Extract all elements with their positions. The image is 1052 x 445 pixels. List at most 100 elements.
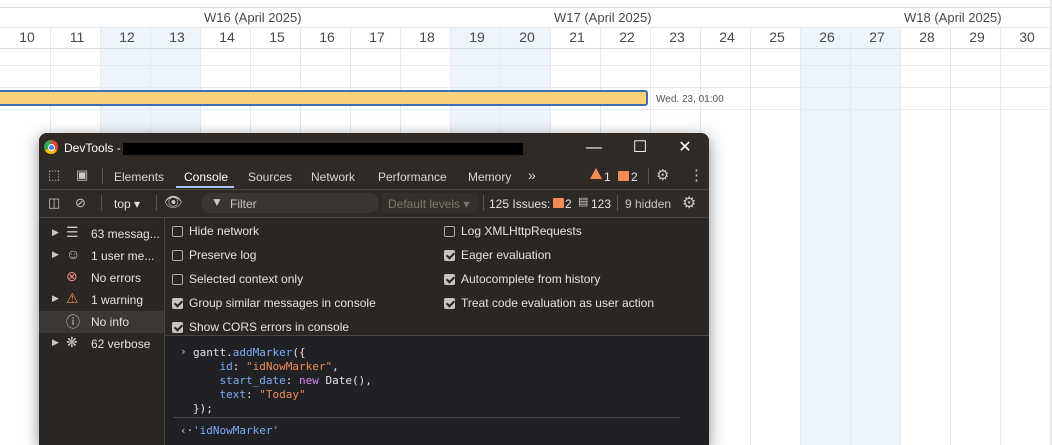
setting-label[interactable]: Preserve log [189, 248, 256, 262]
code-token: }); [193, 402, 213, 415]
warning-icon[interactable] [590, 168, 602, 179]
device-toolbar-icon[interactable]: ▣ [76, 167, 88, 183]
expand-arrow-icon[interactable]: ▶ [52, 337, 59, 348]
day-label: 26 [819, 29, 835, 45]
issue-error-icon [553, 198, 564, 208]
setting-checkbox[interactable] [172, 226, 183, 237]
issues-icon[interactable] [618, 171, 629, 181]
more-vertical-icon[interactable]: ⋮ [689, 166, 704, 184]
setting-checkbox[interactable] [172, 274, 183, 285]
minimize-button[interactable]: — [574, 135, 614, 161]
setting-label[interactable]: Autocomplete from history [461, 272, 600, 286]
sidebar-item-messages[interactable]: ▶ ☰ 63 messag... [39, 223, 164, 245]
setting-label[interactable]: Treat code evaluation as user action [461, 296, 654, 310]
devtools-tabbar: ⬚ ▣ Elements Console Sources Network Per… [39, 162, 709, 190]
sidebar-item-info[interactable]: ⓘ No info [39, 311, 164, 333]
issues-error-count[interactable]: 2 [565, 197, 572, 211]
setting-checkbox[interactable] [444, 274, 455, 285]
day-label: 12 [119, 29, 135, 45]
tab-console[interactable]: Console [184, 170, 228, 184]
tab-elements[interactable]: Elements [114, 170, 164, 184]
code-line: gantt.addMarker({ [193, 346, 306, 359]
info-icon: ⓘ [66, 314, 80, 330]
devtools-titlebar[interactable]: DevTools - — ☐ ✕ [39, 133, 709, 162]
setting-checkbox[interactable] [172, 250, 183, 261]
setting-checkbox[interactable] [444, 298, 455, 309]
error-icon: ⊗ [66, 268, 78, 284]
separator [156, 195, 157, 211]
chrome-logo-icon [44, 140, 58, 154]
setting-checkbox[interactable] [172, 322, 183, 333]
warnings-count[interactable]: 1 [604, 170, 611, 184]
code-token: id [219, 360, 233, 373]
bug-icon: ❋ [66, 334, 78, 350]
separator [617, 195, 618, 211]
user-icon: ☺ [66, 246, 81, 262]
setting-checkbox[interactable] [172, 298, 183, 309]
sidebar-item-errors[interactable]: ⊗ No errors [39, 267, 164, 289]
task-bar[interactable] [0, 90, 648, 106]
setting-label[interactable]: Selected context only [189, 272, 303, 286]
sidebar-toggle-icon[interactable]: ◫ [48, 195, 60, 211]
setting-checkbox[interactable] [444, 226, 455, 237]
warning-icon: ⚠ [66, 290, 79, 306]
day-label: 28 [919, 29, 935, 45]
setting-label[interactable]: Show CORS errors in console [189, 320, 349, 334]
console-settings-gear-icon[interactable]: ⚙ [682, 193, 696, 213]
inspect-element-icon[interactable]: ⬚ [48, 167, 60, 183]
window-title: DevTools - [64, 141, 121, 155]
setting-label[interactable]: Hide network [189, 224, 259, 238]
tab-network[interactable]: Network [311, 170, 355, 184]
context-select[interactable]: top ▾ [114, 197, 140, 211]
maximize-button[interactable]: ☐ [620, 135, 660, 161]
sidebar-item-warnings[interactable]: ▶ ⚠ 1 warning [39, 289, 164, 311]
code-token: gantt. [193, 346, 233, 359]
sidebar-item-user-messages[interactable]: ▶ ☺ 1 user me... [39, 245, 164, 267]
expand-arrow-icon[interactable]: ▶ [52, 293, 59, 304]
console-toolbar: ◫ ⊘ top ▾ 👁 ▼ Filter Default levels ▾ 12… [39, 190, 709, 218]
console-divider [173, 417, 680, 418]
code-token: addMarker [232, 346, 293, 359]
grid-row-line [0, 65, 1052, 66]
issues-info-count[interactable]: 123 [591, 197, 611, 211]
eye-icon[interactable]: 👁 [164, 193, 183, 211]
sidebar-item-label: 1 user me... [91, 249, 155, 263]
filter-input[interactable] [201, 193, 379, 213]
devtools-window: DevTools - — ☐ ✕ ⬚ ▣ Elements Console So… [39, 133, 709, 445]
tab-memory[interactable]: Memory [468, 170, 511, 184]
day-label: 21 [569, 29, 585, 45]
day-label: 18 [419, 29, 435, 45]
issue-info-icon: ▤ [578, 196, 589, 208]
console-output[interactable]: › gantt.addMarker({ id: "idNowMarker", s… [165, 336, 709, 445]
day-label: 23 [669, 29, 685, 45]
tab-sources[interactable]: Sources [248, 170, 292, 184]
log-levels-label: Default levels ▾ [388, 197, 470, 211]
setting-label[interactable]: Eager evaluation [461, 248, 551, 262]
setting-label[interactable]: Log XMLHttpRequests [461, 224, 582, 238]
week-label: W18 (April 2025) [904, 10, 1002, 25]
code-line: text: "Today" [219, 388, 306, 401]
sidebar-item-verbose[interactable]: ▶ ❋ 62 verbose [39, 333, 164, 355]
code-line: start_date: new Date(), [219, 374, 372, 387]
tab-performance[interactable]: Performance [378, 170, 447, 184]
issues-count[interactable]: 2 [631, 170, 638, 184]
grid-column-line [900, 27, 901, 445]
setting-checkbox[interactable] [444, 250, 455, 261]
day-label: 10 [19, 29, 35, 45]
console-settings-pane: Hide network Preserve log Selected context… [165, 218, 709, 336]
close-button[interactable]: ✕ [665, 135, 705, 161]
sidebar-item-label: No info [91, 315, 130, 329]
sidebar-item-label: 63 messag... [91, 227, 160, 241]
issues-label[interactable]: 125 Issues: [489, 197, 550, 211]
day-label: 13 [169, 29, 185, 45]
filter-placeholder: Filter [230, 197, 257, 211]
day-label: 19 [469, 29, 485, 45]
expand-arrow-icon[interactable]: ▶ [52, 227, 59, 238]
gear-icon[interactable]: ⚙ [656, 166, 669, 184]
setting-label[interactable]: Group similar messages in console [189, 296, 376, 310]
day-label: 30 [1019, 29, 1035, 45]
day-label: 11 [69, 29, 85, 45]
clear-console-icon[interactable]: ⊘ [75, 195, 86, 211]
double-chevron-right-icon[interactable]: » [528, 167, 536, 183]
expand-arrow-icon[interactable]: ▶ [52, 249, 59, 260]
